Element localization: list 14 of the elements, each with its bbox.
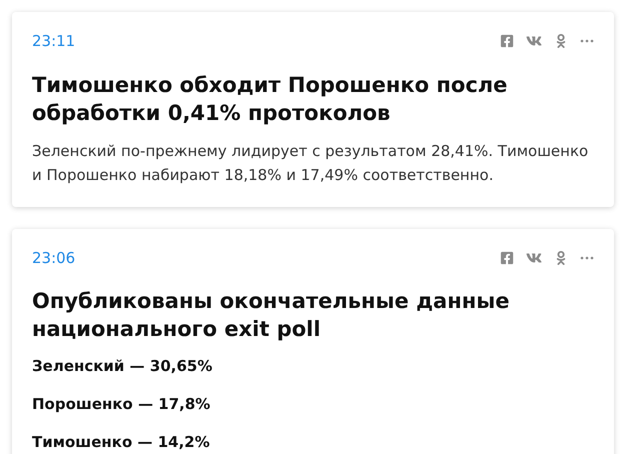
facebook-share-icon[interactable] <box>500 250 514 265</box>
result-line: Порошенко — 17,8% <box>32 394 212 415</box>
post-time: 23:11 <box>32 31 76 52</box>
ok-share-icon[interactable] <box>554 250 568 265</box>
post-text: Зеленский по-прежнему лидирует с результатом 28,41%. Тимошенко и Порошенко набирают 18,18% и 17,49% соответственно. <box>32 140 590 186</box>
result-line: Зеленский — 30,65% <box>32 356 214 377</box>
post-title: Опубликованы окончательные данные национального exit poll <box>32 288 510 343</box>
result-line: Тимошенко — 14,2% <box>32 432 211 453</box>
facebook-share-icon[interactable] <box>500 34 514 48</box>
post-time: 23:06 <box>32 248 76 268</box>
more-icon[interactable] <box>580 39 594 44</box>
post-title: Тимошенко обходит Порошенко после обработки 0,41% протоколов <box>32 72 508 126</box>
more-icon[interactable] <box>580 256 594 260</box>
ok-share-icon[interactable] <box>554 34 568 48</box>
